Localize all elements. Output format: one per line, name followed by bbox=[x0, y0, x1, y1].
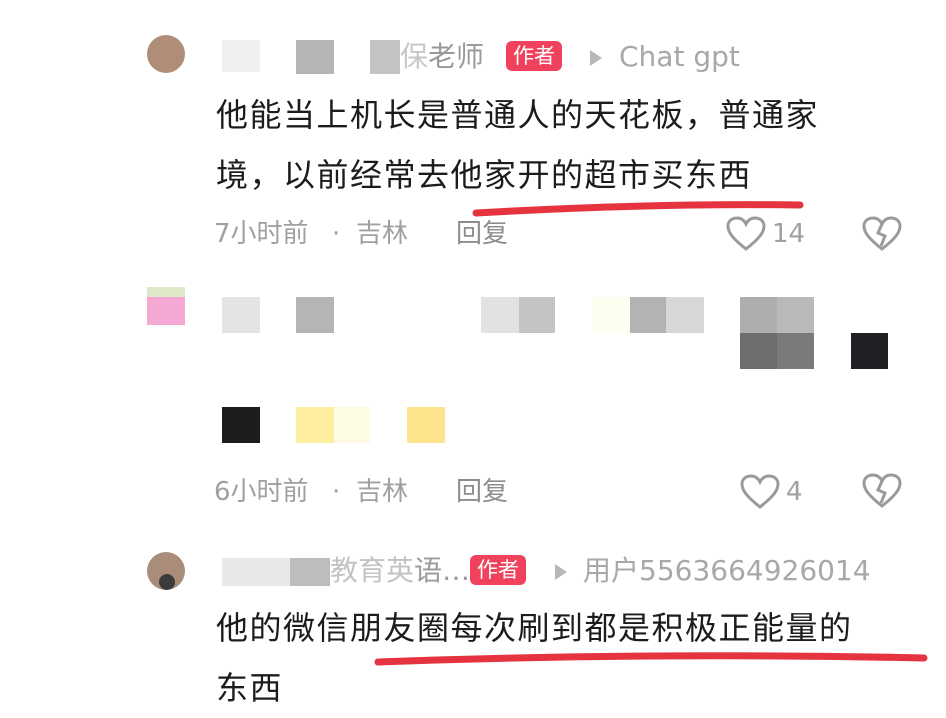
name-blur bbox=[370, 40, 400, 74]
mosaic-block bbox=[222, 407, 260, 443]
author-badge: 作者 bbox=[470, 555, 526, 585]
mosaic-block bbox=[777, 297, 814, 333]
comment-location: 吉林 bbox=[356, 477, 409, 507]
user-name-text: 语… bbox=[414, 554, 471, 587]
name-blur bbox=[296, 40, 334, 74]
like-count: 14 bbox=[772, 219, 806, 249]
mosaic-block bbox=[630, 297, 666, 333]
user-name-prefix: 教育英 bbox=[330, 554, 415, 587]
meta-separator: · bbox=[332, 219, 341, 249]
broken-heart-icon[interactable] bbox=[862, 473, 902, 509]
mosaic-block bbox=[296, 297, 334, 333]
name-blur bbox=[222, 40, 260, 72]
comment-time: 7小时前 bbox=[214, 219, 309, 249]
mosaic-block bbox=[222, 297, 260, 333]
heart-outline-icon bbox=[726, 216, 766, 251]
mosaic-block bbox=[334, 407, 370, 443]
comment-3: 教育英语… 作者 用户5563664926014 他的微信朋友圈每次刷到都是积极… bbox=[0, 530, 946, 711]
triangle-right-icon bbox=[590, 50, 602, 66]
like-count: 4 bbox=[786, 477, 803, 507]
mosaic-block bbox=[592, 297, 630, 333]
mosaic-block bbox=[519, 297, 555, 333]
heart-outline-icon bbox=[740, 474, 780, 509]
mosaic-block bbox=[666, 297, 704, 333]
avatar[interactable] bbox=[147, 35, 185, 73]
like-button[interactable]: 14 bbox=[726, 214, 816, 254]
triangle-right-icon bbox=[555, 564, 567, 580]
avatar[interactable] bbox=[147, 552, 185, 590]
user-name-text: 老师 bbox=[428, 40, 485, 73]
name-blur bbox=[222, 558, 290, 586]
comment-location: 吉林 bbox=[356, 219, 409, 249]
mosaic-block bbox=[296, 407, 334, 443]
mosaic-block bbox=[777, 333, 814, 369]
reply-button[interactable]: 回复 bbox=[456, 217, 508, 251]
comment-1: 保老师 作者 Chat gpt 他能当上机长是普通人的天花板，普通家 境，以前经… bbox=[0, 0, 946, 270]
mosaic-block bbox=[481, 297, 519, 333]
meta-separator: · bbox=[332, 477, 341, 507]
reply-to-user[interactable]: 用户5563664926014 bbox=[583, 554, 871, 588]
mosaic-block bbox=[740, 297, 777, 333]
red-underline bbox=[374, 652, 928, 666]
mosaic-block bbox=[740, 333, 777, 369]
avatar[interactable] bbox=[147, 287, 185, 325]
comment-time: 6小时前 bbox=[214, 477, 309, 507]
reply-button[interactable]: 回复 bbox=[456, 475, 508, 509]
user-name-prefix: 保 bbox=[400, 40, 429, 73]
content-line: 他能当上机长是普通人的天花板，普通家 bbox=[216, 96, 820, 134]
mosaic-block bbox=[851, 333, 888, 369]
like-button[interactable]: 4 bbox=[740, 472, 810, 512]
broken-heart-icon[interactable] bbox=[862, 216, 902, 252]
comment-2: 6小时前 · 吉林 回复 4 bbox=[0, 270, 946, 530]
name-blur bbox=[290, 558, 330, 586]
author-badge: 作者 bbox=[506, 41, 562, 71]
reply-to-user[interactable]: Chat gpt bbox=[619, 40, 740, 74]
mosaic-block bbox=[407, 407, 445, 443]
comment-content: 他能当上机长是普通人的天花板，普通家 境，以前经常去他家开的超市买东西 bbox=[216, 85, 916, 205]
user-name[interactable]: 保老师 bbox=[400, 40, 484, 74]
user-name[interactable]: 教育英语… bbox=[330, 554, 470, 588]
